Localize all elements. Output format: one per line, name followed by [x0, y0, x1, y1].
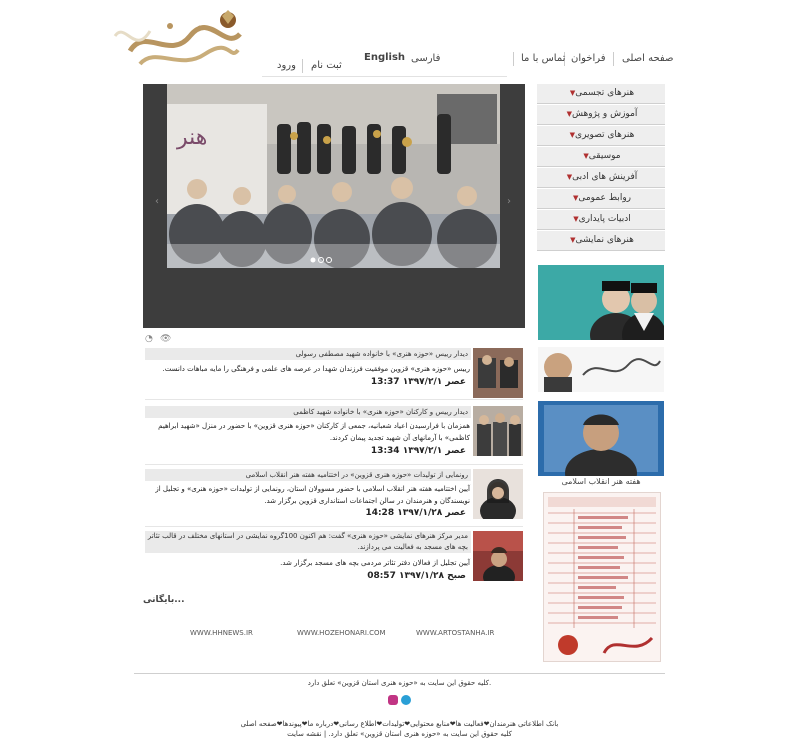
- bottom-copyright: کلیه حقوق این سایت به «حوزه هنری استان ق…: [287, 730, 512, 738]
- footer-divider: [134, 673, 665, 674]
- bottom-nav-links[interactable]: بانک اطلاعاتی هنرمندان❤فعالیت ها❤منابع م…: [134, 720, 665, 728]
- news-summary: آیین تجلیل از فعالان دفتر تئاتر مردمی بچ…: [280, 559, 470, 567]
- nav-contact[interactable]: تماس با ما: [521, 53, 565, 64]
- news-title[interactable]: دیدار رییس «حوزه هنری» با خانواده شهید م…: [145, 348, 471, 360]
- news-title[interactable]: رونمایی از تولیدات «حوزه هنری قزوین» در …: [145, 469, 471, 481]
- copyright-text: کلیه حقوق این سایت به «حوزه هنری استان ق…: [307, 679, 492, 687]
- leaders-banner[interactable]: [538, 265, 664, 340]
- director-banner[interactable]: [538, 401, 664, 476]
- news-timestamp: 13:37 عصر ۱۳۹۷/۲/۱: [370, 377, 466, 387]
- news-title[interactable]: مدیر مرکز هنرهای نمایشی «حوزه هنری» گفت:…: [145, 531, 471, 553]
- menu-item-label: موسیقی: [588, 151, 621, 161]
- telegram-icon[interactable]: [401, 695, 411, 705]
- menu-item-visual-arts[interactable]: ▼هنرهای تجسمی: [537, 84, 665, 104]
- menu-item-resistance-literature[interactable]: ▼ادبیات پایداری: [537, 210, 665, 230]
- news-divider: [145, 399, 523, 400]
- news-summary: رییس «حوزه هنری» قزوین موفقیت فرزندان شه…: [162, 365, 470, 373]
- nav-divider: [613, 52, 614, 66]
- menu-item-performing-arts[interactable]: ▼هنرهای نمایشی: [537, 231, 665, 251]
- menu-item-label: آموزش و پژوهش: [571, 109, 638, 119]
- news-summary: همزمان با فرارسیدن اعیاد شعبانیه، جمعی ا…: [158, 422, 470, 442]
- news-thumbnail[interactable]: [473, 406, 523, 456]
- slider-dot: [310, 257, 316, 263]
- banner-caption: هفته هنر انقلاب اسلامی: [561, 477, 641, 486]
- news-thumbnail[interactable]: [473, 348, 523, 398]
- nav-home[interactable]: صفحه اصلی: [622, 53, 673, 64]
- site-logo[interactable]: [110, 6, 250, 76]
- news-divider: [145, 464, 523, 465]
- menu-item-music[interactable]: ▼موسیقی: [537, 147, 665, 167]
- news-summary: آیین اختتامیه هفته هنر انقلاب اسلامی با …: [155, 485, 470, 505]
- news-title[interactable]: دیدار رییس و کارکنان «حوزه هنری» با خانو…: [145, 406, 471, 418]
- svg-text:هنر: هنر: [176, 125, 207, 150]
- menu-item-label: هنرهای تصویری: [575, 130, 635, 140]
- nav-lang-english[interactable]: English: [364, 52, 405, 63]
- poet-banner[interactable]: [538, 347, 664, 392]
- art-week-poster[interactable]: [543, 492, 661, 662]
- nav-lang-farsi[interactable]: فارسی: [411, 53, 440, 64]
- menu-item-label: آفرینش های ادبی: [572, 172, 638, 182]
- menu-item-label: روابط عمومی: [578, 193, 632, 203]
- menu-item-label: ادبیات پایداری: [578, 214, 631, 224]
- nav-calls[interactable]: فراخوان: [571, 53, 606, 64]
- menu-item-public-relations[interactable]: ▼روابط عمومی: [537, 189, 665, 209]
- news-thumbnail[interactable]: [473, 531, 523, 581]
- news-thumbnail[interactable]: [473, 469, 523, 519]
- news-timestamp: 08:57 صبح ۱۳۹۷/۱/۲۸: [367, 571, 466, 581]
- footer-link-artostanha[interactable]: WWW.ARTOSTANHA.IR: [416, 629, 494, 637]
- menu-item-literature[interactable]: ▼آفرینش های ادبی: [537, 168, 665, 188]
- slide-image[interactable]: هنر: [167, 84, 500, 268]
- menu-item-education[interactable]: ▼آموزش و پژوهش: [537, 105, 665, 125]
- nav-divider: [513, 52, 514, 66]
- slider-next-icon[interactable]: ›: [507, 196, 511, 207]
- archive-link[interactable]: بایگانی...: [143, 595, 185, 605]
- menu-item-label: هنرهای نمایشی: [575, 235, 634, 245]
- menu-item-visual-media[interactable]: ▼هنرهای تصویری: [537, 126, 665, 146]
- nav-divider: [302, 59, 303, 73]
- nav-login[interactable]: ورود: [277, 60, 296, 71]
- instagram-icon[interactable]: [388, 695, 398, 705]
- footer-link-hozehonari[interactable]: WWW.HOZEHONARI.COM: [297, 629, 386, 637]
- news-divider: [145, 526, 523, 527]
- news-timestamp: 14:28 عصر ۱۳۹۷/۱/۲۸: [365, 508, 466, 518]
- clock-icon[interactable]: ◔: [145, 334, 153, 344]
- eye-icon[interactable]: 👁: [160, 334, 171, 344]
- nav-register[interactable]: ثبت نام: [311, 60, 342, 71]
- nav-underline: [262, 76, 507, 77]
- news-timestamp: 13:34 عصر ۱۳۹۷/۲/۱: [370, 446, 466, 456]
- slider-prev-icon[interactable]: ‹: [155, 196, 159, 207]
- footer-link-hhnews[interactable]: WWW.HHNEWS.IR: [190, 629, 253, 637]
- menu-item-label: هنرهای تجسمی: [575, 88, 635, 98]
